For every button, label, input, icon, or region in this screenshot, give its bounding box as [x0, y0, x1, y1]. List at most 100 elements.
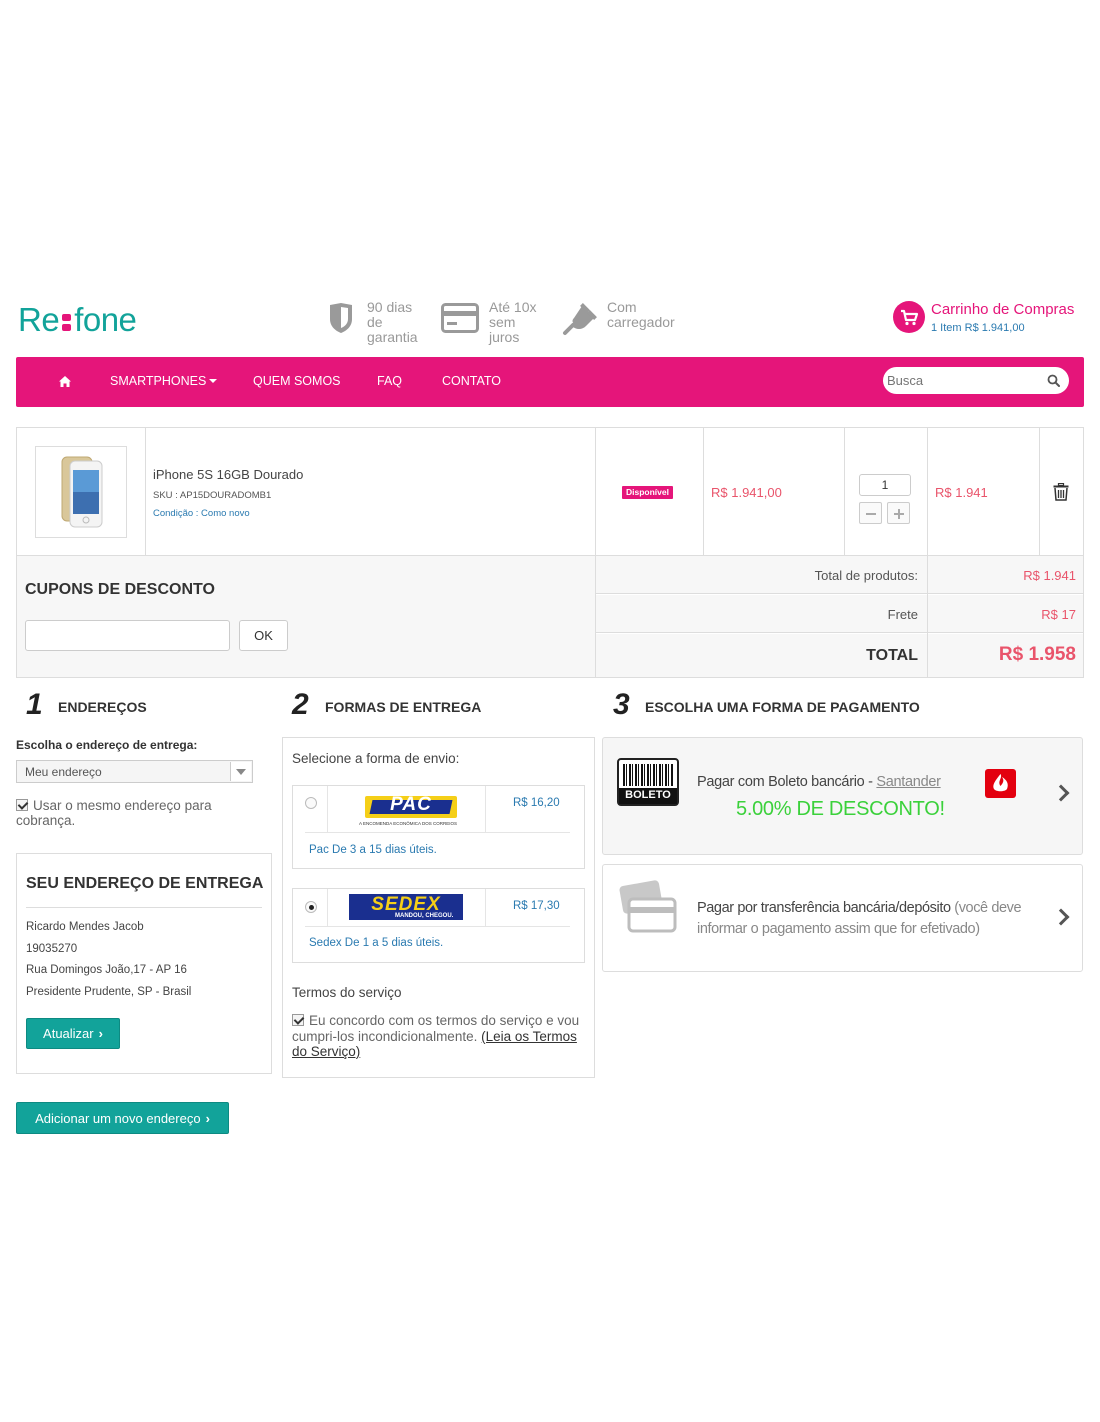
- pac-price: R$ 16,20: [513, 797, 560, 809]
- quantity-decrease-button[interactable]: [859, 502, 882, 524]
- nav-faq[interactable]: FAQ: [377, 374, 402, 388]
- boleto-text: Pagar com Boleto bancário - Santander: [697, 774, 941, 790]
- address-select-value: Meu endereço: [25, 765, 102, 779]
- feature-installments-line2: sem: [489, 314, 516, 330]
- nav-quem-somos[interactable]: QUEM SOMOS: [253, 374, 341, 388]
- products-total-label: Total de produtos:: [814, 568, 918, 583]
- same-billing-checkbox[interactable]: [16, 799, 28, 811]
- delivery-address-title: SEU ENDEREÇO DE ENTREGA: [26, 875, 264, 892]
- payment-section-title: ESCOLHA UMA FORMA DE PAGAMENTO: [645, 699, 920, 715]
- nav-smartphones-label: SMARTPHONES: [110, 374, 207, 388]
- nav-smartphones[interactable]: SMARTPHONES: [110, 374, 218, 388]
- boleto-text-label: Pagar com Boleto bancário -: [697, 774, 877, 790]
- chevron-down-icon: [236, 769, 246, 775]
- search-box[interactable]: [883, 367, 1069, 394]
- chevron-right-icon: ›: [98, 1026, 103, 1041]
- address-line-street: Rua Domingos João,17 - AP 16: [26, 964, 187, 976]
- search-input[interactable]: [887, 371, 1037, 390]
- products-total-value: R$ 1.941: [1023, 568, 1076, 583]
- cart-title[interactable]: Carrinho de Compras: [931, 301, 1074, 318]
- chevron-right-icon: ›: [205, 1110, 210, 1126]
- quantity-input[interactable]: 1: [859, 474, 911, 496]
- credit-card-icon: [441, 303, 479, 333]
- pac-logo: PAC A ENCOMENDA ECONÔMICA DOS CORREIOS: [353, 791, 463, 831]
- feature-warranty-line1: 90 dias: [367, 299, 413, 315]
- boleto-icon: BOLETO: [617, 758, 679, 806]
- add-address-label: Adicionar um novo endereço: [35, 1110, 201, 1126]
- step-2-numeral: 2: [292, 688, 309, 721]
- pac-description: Pac De 3 a 15 dias úteis.: [309, 844, 437, 856]
- same-billing-label: Usar o mesmo endereço para cobrança.: [16, 798, 212, 828]
- coupon-section: [17, 556, 595, 677]
- feature-charger-line1: Com: [607, 299, 637, 315]
- quantity-increase-button[interactable]: [887, 502, 910, 524]
- product-condition: Condição : Como novo: [153, 508, 250, 519]
- payment-option-transfer[interactable]: Pagar por transferência bancária/depósit…: [602, 864, 1083, 972]
- feature-charger-line2: carregador: [607, 314, 675, 330]
- update-address-label: Atualizar: [43, 1026, 94, 1041]
- grand-total-label: TOTAL: [866, 647, 918, 664]
- cart-summary[interactable]: 1 Item R$ 1.941,00: [931, 322, 1025, 334]
- address-line-name: Ricardo Mendes Jacob: [26, 921, 144, 933]
- pac-logo-text: PAC: [390, 794, 432, 815]
- status-badge: Disponível: [622, 486, 673, 499]
- shipping-option-pac[interactable]: PAC A ENCOMENDA ECONÔMICA DOS CORREIOS R…: [292, 785, 585, 869]
- feature-charger: Com carregador: [562, 300, 682, 348]
- coupon-title: CUPONS DE DESCONTO: [25, 581, 215, 598]
- search-icon[interactable]: [1047, 374, 1060, 387]
- plug-icon: [563, 303, 597, 335]
- sedex-description: Sedex De 1 a 5 dias úteis.: [309, 937, 444, 949]
- address-section-title: ENDEREÇOS: [58, 699, 147, 715]
- transfer-text: Pagar por transferência bancária/depósit…: [697, 898, 1042, 940]
- boleto-bank-link[interactable]: Santander: [876, 774, 941, 790]
- transfer-main-label: Pagar por transferência bancária/depósit…: [697, 900, 951, 916]
- sedex-logo: SEDEX MANDOU, CHEGOU.: [349, 894, 463, 924]
- shield-icon: [330, 303, 352, 333]
- logo[interactable]: Re fone: [18, 300, 137, 340]
- payment-option-boleto[interactable]: BOLETO Pagar com Boleto bancário - Santa…: [602, 737, 1083, 855]
- address-line-zip: 19035270: [26, 943, 78, 955]
- delivery-prompt: Selecione a forma de envio:: [292, 751, 460, 766]
- address-choose-label: Escolha o endereço de entrega:: [16, 738, 198, 752]
- cart-icon: [893, 301, 925, 333]
- coupon-ok-button[interactable]: OK: [239, 620, 288, 651]
- chevron-right-icon[interactable]: [1052, 908, 1070, 926]
- pac-logo-subtext: A ENCOMENDA ECONÔMICA DOS CORREIOS: [358, 821, 457, 826]
- add-address-button[interactable]: Adicionar um novo endereço ›: [16, 1102, 229, 1134]
- terms-checkbox[interactable]: [292, 1014, 304, 1026]
- flame-icon: [993, 774, 1008, 792]
- delivery-options-panel: Selecione a forma de envio: PAC A ENCOME…: [282, 737, 595, 1078]
- pac-radio[interactable]: [305, 797, 317, 809]
- boleto-discount: 5.00% DE DESCONTO!: [736, 798, 945, 820]
- sedex-price: R$ 17,30: [513, 900, 560, 912]
- feature-warranty-line3: garantia: [367, 329, 418, 345]
- feature-installments-line1: Até 10x: [489, 299, 537, 315]
- bank-cards-icon: [619, 880, 677, 933]
- trash-icon[interactable]: [1053, 483, 1069, 501]
- address-select[interactable]: Meu endereço: [16, 760, 253, 783]
- shipping-option-sedex[interactable]: SEDEX MANDOU, CHEGOU. R$ 17,30 Sedex De …: [292, 888, 585, 963]
- same-billing-option[interactable]: Usar o mesmo endereço para cobrança.: [16, 798, 246, 828]
- select-toggle[interactable]: [230, 762, 251, 781]
- product-image[interactable]: [35, 446, 127, 538]
- feature-warranty: 90 dias de garantia: [328, 300, 438, 348]
- nav-contato[interactable]: CONTATO: [442, 374, 501, 388]
- logo-text-left: Re: [18, 301, 60, 338]
- terms-title: Termos do serviço: [292, 985, 402, 1000]
- sedex-radio[interactable]: [305, 901, 317, 913]
- grand-total-value: R$ 1.958: [998, 644, 1076, 665]
- feature-warranty-line2: de: [367, 314, 383, 330]
- delivery-address-box: SEU ENDEREÇO DE ENTREGA Ricardo Mendes J…: [16, 853, 272, 1074]
- product-sku: SKU : AP15DOURADOMB1: [153, 490, 272, 501]
- feature-installments-line3: juros: [489, 329, 520, 345]
- cart-widget[interactable]: Carrinho de Compras 1 Item R$ 1.941,00: [893, 300, 1088, 340]
- terms-agreement[interactable]: Eu concordo com os termos do serviço e v…: [292, 1013, 582, 1060]
- update-address-button[interactable]: Atualizar ›: [26, 1018, 120, 1049]
- coupon-code-input[interactable]: [25, 620, 230, 651]
- main-navbar: SMARTPHONES QUEM SOMOS FAQ CONTATO: [16, 357, 1084, 407]
- home-icon[interactable]: [59, 376, 71, 387]
- feature-installments: Até 10x sem juros: [441, 300, 551, 348]
- chevron-right-icon[interactable]: [1052, 784, 1070, 802]
- product-name[interactable]: iPhone 5S 16GB Dourado: [153, 467, 303, 482]
- delivery-section-title: FORMAS DE ENTREGA: [325, 699, 482, 715]
